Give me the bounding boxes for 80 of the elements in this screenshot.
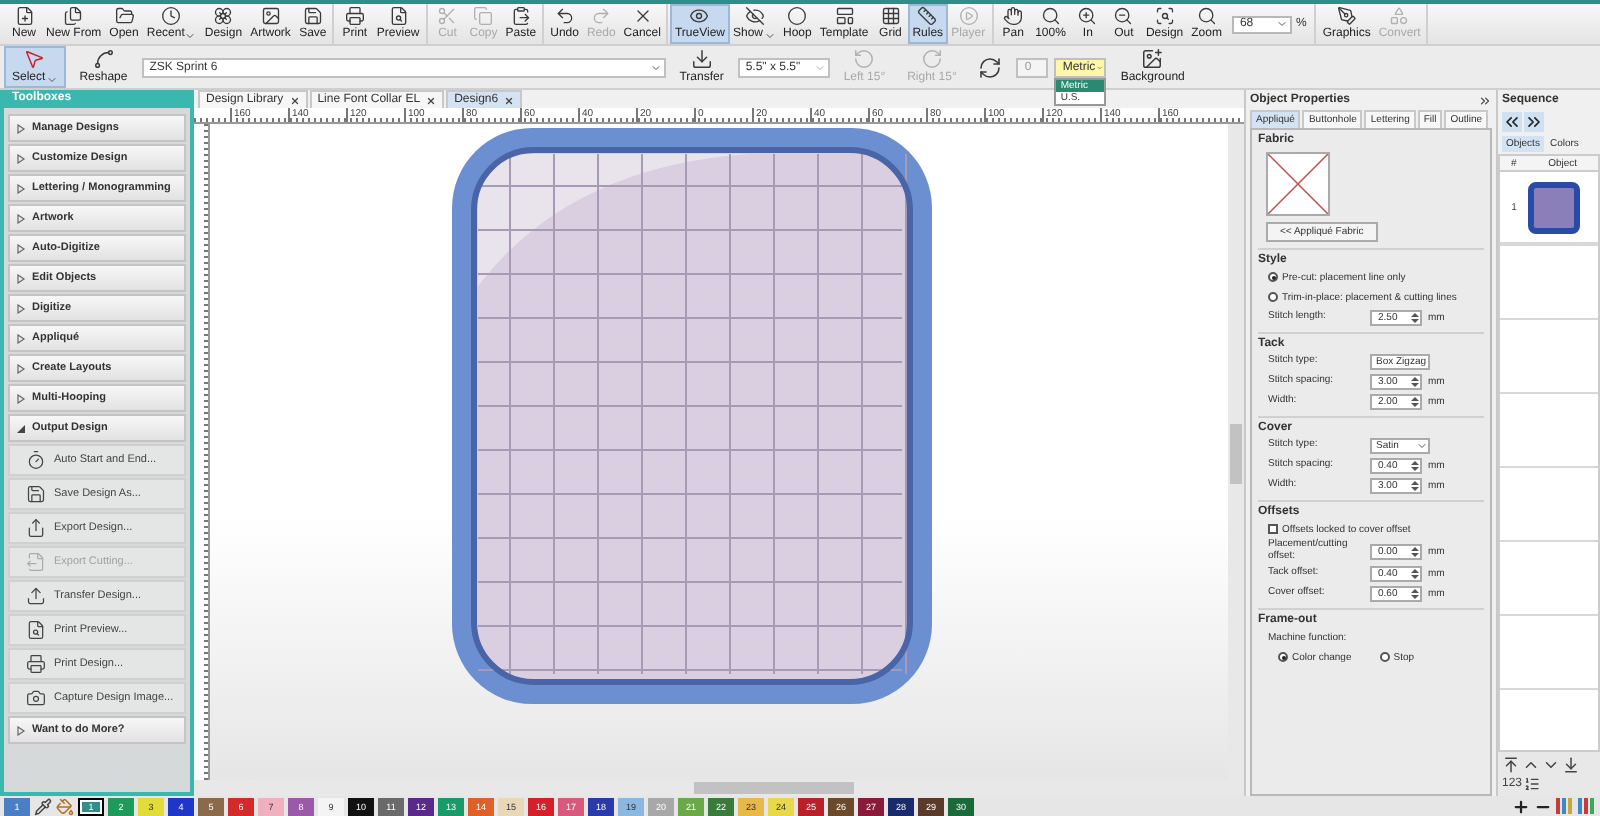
- export-icon: [26, 518, 46, 538]
- move-down-button[interactable]: [1542, 756, 1560, 774]
- add-icon[interactable]: [1512, 797, 1530, 815]
- scissors-icon: [436, 6, 459, 26]
- eyedropper-icon[interactable]: [34, 797, 52, 815]
- save-icon: [301, 6, 324, 26]
- picture-icon: [259, 6, 282, 26]
- folder-icon: [113, 6, 136, 26]
- caret-icon: [1275, 18, 1288, 30]
- stopwatch-icon: [26, 450, 46, 470]
- search-icon: [1195, 6, 1218, 26]
- grid-icon: [879, 6, 902, 26]
- clock-icon: [160, 6, 183, 26]
- picture-icon: [1140, 48, 1165, 70]
- design-thumbnail[interactable]: [1528, 181, 1580, 233]
- close-icon: [289, 95, 300, 105]
- thread-colors-icon[interactable]: [1556, 798, 1574, 814]
- zoom-in-icon: [1076, 6, 1099, 26]
- file-plus-icon: [13, 6, 35, 26]
- vertical-scrollbar[interactable]: [1228, 124, 1244, 780]
- play-icon: [957, 6, 980, 26]
- flower-icon: [212, 6, 235, 26]
- oval-icon: [786, 6, 809, 26]
- spin-arrows-icon[interactable]: [1410, 395, 1420, 407]
- horizontal-scrollbar[interactable]: [194, 780, 1244, 796]
- move-up-button[interactable]: [1522, 756, 1540, 774]
- collapse-icon[interactable]: [1478, 93, 1492, 107]
- pen-icon: [1335, 6, 1358, 26]
- reshape-icon: [91, 48, 116, 70]
- move-to-top-button[interactable]: [1502, 756, 1520, 774]
- caret-icon: [1416, 439, 1428, 451]
- caret-icon: [45, 73, 58, 85]
- close-icon: [504, 95, 515, 105]
- printer-icon: [26, 654, 46, 674]
- move-to-bottom-button[interactable]: [1562, 756, 1580, 774]
- undo-icon: [553, 6, 576, 26]
- upload-icon: [26, 586, 46, 606]
- copy-icon: [472, 6, 495, 26]
- zoom-out-icon: [1112, 6, 1135, 26]
- caret-icon: [763, 29, 776, 41]
- spin-arrows-icon[interactable]: [1410, 311, 1420, 323]
- redo-icon: [590, 6, 613, 26]
- spin-arrows-icon[interactable]: [1410, 459, 1420, 471]
- rotate-left-icon: [852, 48, 877, 70]
- shapes-icon: [1388, 6, 1411, 26]
- spin-arrows-icon[interactable]: [1410, 375, 1420, 387]
- spin-arrows-icon[interactable]: [1410, 567, 1420, 579]
- rotate-icon: [978, 55, 1003, 79]
- printer-icon: [343, 6, 366, 26]
- magnifier-icon: [1153, 6, 1176, 26]
- save-icon: [26, 484, 46, 504]
- close-icon: [426, 95, 437, 105]
- rotate-right-icon: [919, 48, 944, 70]
- paste-icon: [509, 6, 532, 26]
- list-icon[interactable]: [1524, 776, 1541, 792]
- caret-icon: [649, 61, 662, 73]
- spin-arrows-icon[interactable]: [1410, 545, 1420, 557]
- files-icon: [62, 6, 85, 26]
- eye-icon: [688, 6, 711, 26]
- fabric-preview: [1266, 152, 1330, 216]
- file-search-icon: [26, 620, 46, 640]
- caret-icon: [1095, 61, 1103, 73]
- template-icon: [833, 6, 856, 26]
- download-icon: [689, 48, 714, 70]
- ruler-icon: [916, 6, 939, 26]
- thread-colors-icon[interactable]: [1578, 798, 1596, 814]
- caret-icon: [184, 29, 197, 41]
- pointer-icon: [22, 48, 47, 70]
- previous-button[interactable]: [1502, 112, 1522, 132]
- caret-icon: [813, 61, 826, 73]
- magnifier-icon: [1039, 6, 1062, 26]
- design-canvas[interactable]: [210, 124, 1228, 780]
- hand-icon: [1002, 6, 1025, 26]
- file-search-icon: [387, 6, 410, 26]
- camera-icon: [26, 688, 46, 708]
- spin-arrows-icon[interactable]: [1410, 479, 1420, 491]
- spin-arrows-icon[interactable]: [1410, 587, 1420, 599]
- eye-icon: [743, 6, 765, 26]
- export-icon: [26, 552, 46, 572]
- next-button[interactable]: [1524, 112, 1544, 132]
